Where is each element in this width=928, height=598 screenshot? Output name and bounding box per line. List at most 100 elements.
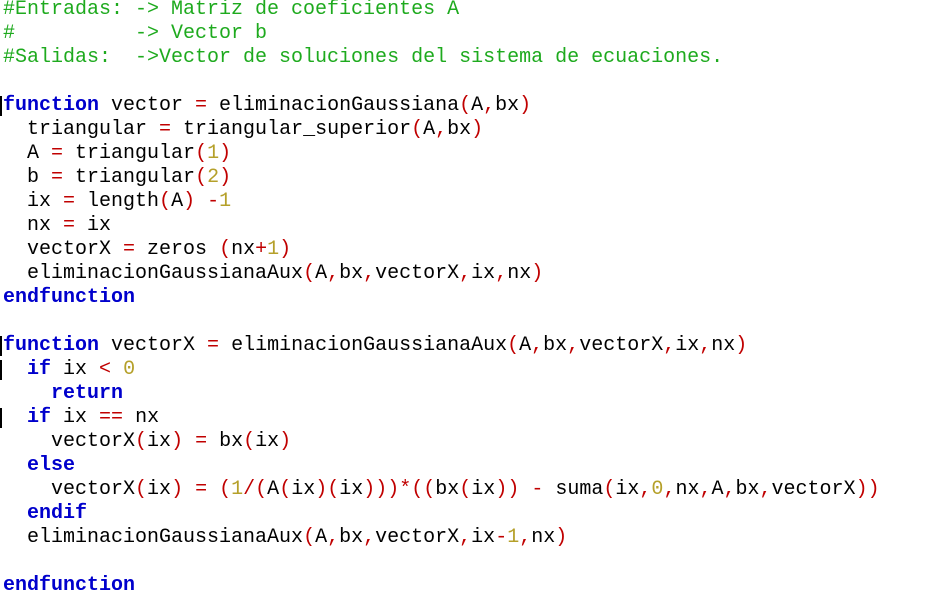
- code-token: ix: [147, 430, 172, 453]
- code-token: vectorX: [579, 334, 664, 357]
- code-token: ix: [291, 478, 316, 501]
- code-line[interactable]: function vectorX = eliminacionGaussianaA…: [3, 334, 747, 358]
- code-line[interactable]: return: [3, 382, 123, 406]
- code-line[interactable]: ix = length(A) -1: [3, 190, 231, 214]
- code-token: ,: [459, 262, 472, 285]
- code-line[interactable]: triangular = triangular_superior(A,bx): [3, 118, 483, 142]
- code-token: ): [531, 262, 544, 285]
- code-keyword: function: [3, 334, 100, 357]
- code-token: vectorX: [3, 430, 136, 453]
- code-token: ,: [327, 262, 340, 285]
- code-token: =: [51, 166, 64, 189]
- code-token: =: [207, 334, 220, 357]
- code-keyword: endfunction: [3, 286, 136, 309]
- code-line[interactable]: vectorX(ix) = bx(ix): [3, 430, 291, 454]
- code-token: ix: [51, 358, 100, 381]
- code-token: ix: [3, 190, 64, 213]
- code-token: bx: [495, 94, 520, 117]
- code-line[interactable]: vectorX(ix) = (1/(A(ix)(ix)))*((bx(ix)) …: [3, 478, 880, 502]
- code-token: ix: [255, 430, 280, 453]
- code-token: <: [99, 358, 112, 381]
- code-line[interactable]: endif: [3, 502, 87, 526]
- code-line[interactable]: if ix == nx: [3, 406, 159, 430]
- code-token: -: [531, 478, 544, 501]
- code-token: 0: [123, 358, 136, 381]
- code-token: ,: [699, 478, 712, 501]
- code-token: ): [555, 526, 568, 549]
- code-token: (: [507, 334, 520, 357]
- code-token: suma: [543, 478, 604, 501]
- code-line[interactable]: vectorX = zeros (nx+1): [3, 238, 291, 262]
- code-line[interactable]: # -> Vector b: [3, 22, 267, 46]
- code-token: =: [195, 94, 208, 117]
- code-token: A: [315, 526, 328, 549]
- code-line[interactable]: A = triangular(1): [3, 142, 231, 166]
- code-token: bx: [543, 334, 568, 357]
- code-line[interactable]: endfunction: [3, 574, 135, 598]
- code-token: ,: [723, 478, 736, 501]
- code-token: bx: [339, 526, 364, 549]
- code-token: nx: [675, 478, 700, 501]
- code-line[interactable]: function vector = eliminacionGaussiana(A…: [3, 94, 531, 118]
- code-token: 1: [267, 238, 280, 261]
- code-keyword: endif: [27, 502, 88, 525]
- code-token: ix: [147, 478, 172, 501]
- code-comment: #Salidas: ->Vector de soluciones del sis…: [3, 46, 724, 69]
- code-token: ix: [471, 262, 496, 285]
- code-token: =: [51, 142, 64, 165]
- code-line[interactable]: nx = ix: [3, 214, 111, 238]
- code-token: (: [195, 142, 208, 165]
- code-token: ): [735, 334, 748, 357]
- code-token: (: [303, 262, 316, 285]
- code-token: ): [471, 118, 484, 141]
- code-token: =: [123, 238, 136, 261]
- code-line[interactable]: eliminacionGaussianaAux(A,bx,vectorX,ix-…: [3, 526, 567, 550]
- code-line[interactable]: #Salidas: ->Vector de soluciones del sis…: [3, 46, 723, 70]
- code-token: ,: [483, 94, 496, 117]
- code-token: ==: [99, 406, 124, 429]
- code-line[interactable]: b = triangular(2): [3, 166, 231, 190]
- code-editor[interactable]: #Entradas: -> Matriz de coeficientes A # …: [0, 0, 928, 598]
- code-token: (: [603, 478, 616, 501]
- code-token: ix: [471, 478, 496, 501]
- code-token: ): [219, 166, 232, 189]
- code-token: (: [219, 478, 232, 501]
- code-token: ix: [471, 526, 496, 549]
- code-token: =: [195, 430, 208, 453]
- code-token: b: [3, 166, 52, 189]
- code-token: ): [183, 190, 196, 213]
- code-line[interactable]: #Entradas: -> Matriz de coeficientes A: [3, 0, 459, 22]
- code-token: -: [495, 526, 508, 549]
- code-token: eliminacionGaussianaAux: [219, 334, 508, 357]
- code-line[interactable]: if ix < 0: [3, 358, 135, 382]
- code-token: (: [195, 166, 208, 189]
- code-token: (: [459, 478, 472, 501]
- code-token: +: [255, 238, 268, 261]
- code-line[interactable]: else: [3, 454, 75, 478]
- code-token: ,: [699, 334, 712, 357]
- code-token: (: [219, 238, 232, 261]
- code-line[interactable]: endfunction: [3, 286, 135, 310]
- code-token: vectorX: [375, 262, 460, 285]
- code-token: triangular: [63, 166, 196, 189]
- code-token: A: [3, 142, 52, 165]
- code-token: triangular: [63, 142, 196, 165]
- code-token: =: [195, 478, 208, 501]
- code-token: A: [171, 190, 184, 213]
- code-token: nx: [231, 238, 256, 261]
- code-token: eliminacionGaussianaAux: [3, 262, 304, 285]
- code-line[interactable]: eliminacionGaussianaAux(A,bx,vectorX,ix,…: [3, 262, 543, 286]
- code-token: bx: [207, 430, 244, 453]
- line-margin-marker: [0, 360, 2, 380]
- code-token: =: [63, 214, 76, 237]
- code-keyword: endfunction: [3, 574, 136, 597]
- code-keyword: return: [51, 382, 124, 405]
- code-token: 0: [651, 478, 664, 501]
- code-token: 1: [219, 190, 232, 213]
- code-token: bx: [435, 478, 460, 501]
